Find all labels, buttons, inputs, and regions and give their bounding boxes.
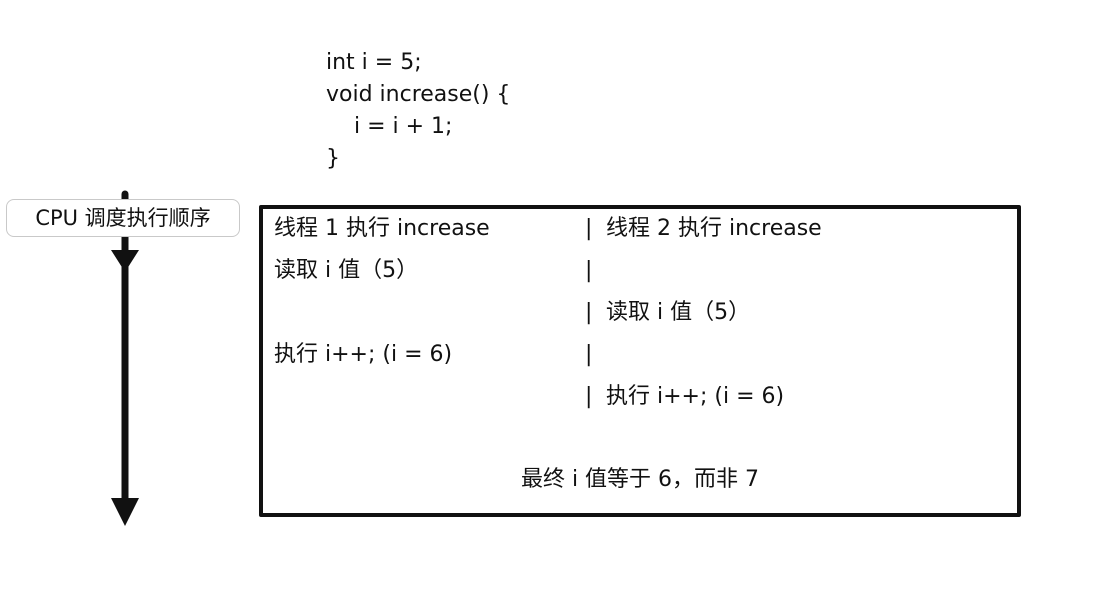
column-separator: | [585, 384, 593, 409]
code-line: int i = 5; [326, 50, 422, 75]
code-snippet: int i = 5; void increase() { i = i + 1; … [326, 47, 510, 175]
column-separator: | [585, 300, 593, 325]
thread-2-step: 执行 i++; (i = 6) [606, 384, 785, 409]
thread-2-header: 线程 2 执行 increase [606, 216, 822, 241]
timeline-arrow-icon [111, 190, 139, 526]
column-separator: | [585, 342, 593, 367]
thread-1-header: 线程 1 执行 increase [274, 216, 490, 241]
code-line: i = i + 1; [326, 114, 453, 139]
thread-2-step: 读取 i 值（5） [606, 300, 751, 325]
thread-1-step: 读取 i 值（5） [274, 258, 419, 283]
code-line: void increase() { [326, 82, 511, 107]
code-line: } [326, 146, 340, 171]
cpu-schedule-label: CPU 调度执行顺序 [6, 199, 240, 237]
column-separator: | [585, 216, 593, 241]
column-separator: | [585, 258, 593, 283]
conclusion-text: 最终 i 值等于 6，而非 7 [520, 467, 760, 492]
thread-1-step: 执行 i++; (i = 6) [274, 342, 453, 367]
